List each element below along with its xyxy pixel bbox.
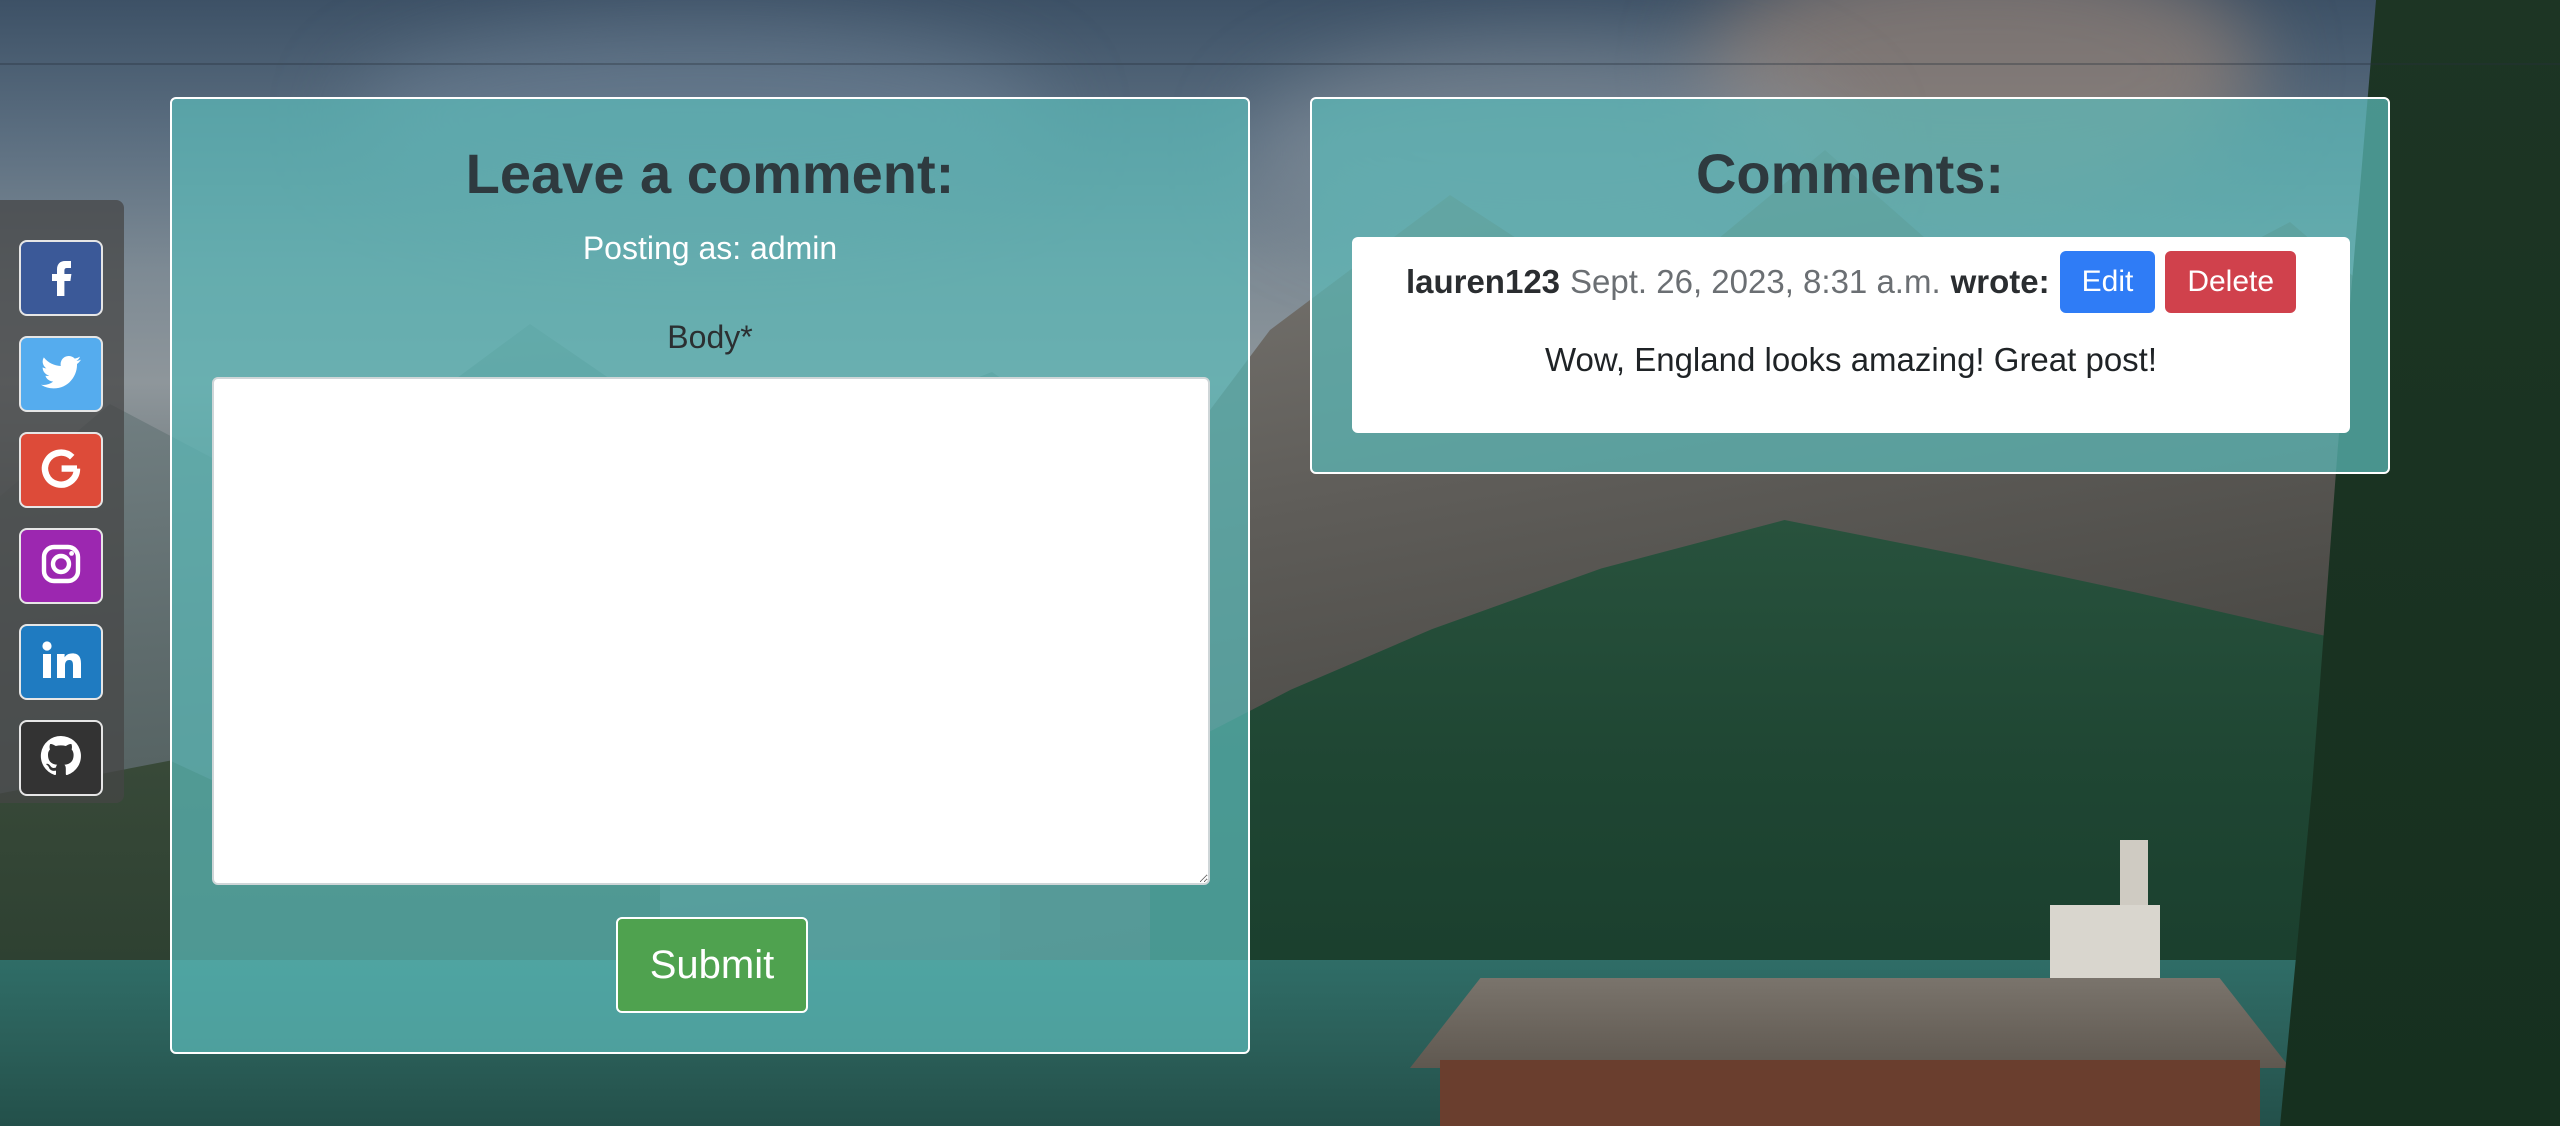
facebook-icon — [37, 252, 85, 305]
linkedin-link[interactable] — [19, 624, 103, 700]
posting-as-label: Posting as: — [582, 230, 742, 266]
google-link[interactable] — [19, 432, 103, 508]
google-icon — [37, 444, 85, 497]
twitter-link[interactable] — [19, 336, 103, 412]
leave-comment-title: Leave a comment: — [465, 142, 955, 205]
facebook-link[interactable] — [19, 240, 103, 316]
comment-author: lauren123 — [1405, 263, 1561, 300]
comment-card: lauren123 Sept. 26, 2023, 8:31 a.m. wrot… — [1352, 237, 2350, 433]
github-link[interactable] — [19, 720, 103, 796]
linkedin-icon — [37, 636, 85, 689]
comment-meta: lauren123 Sept. 26, 2023, 8:31 a.m. wrot… — [1352, 249, 2350, 315]
posting-as-user: admin — [750, 230, 838, 266]
comment-body: Wow, England looks amazing! Great post! — [1544, 341, 2158, 378]
chapel — [2050, 905, 2160, 985]
divider-line — [0, 63, 2560, 65]
comment-body-textarea[interactable] — [212, 377, 1210, 885]
cabin-roof — [1410, 978, 2290, 1068]
delete-comment-button[interactable]: Delete — [2165, 251, 2297, 313]
cabin-wall — [1440, 1060, 2260, 1126]
comments-title: Comments: — [1695, 142, 2005, 205]
submit-button[interactable]: Submit — [616, 917, 808, 1013]
comments-panel: Comments: lauren123 Sept. 26, 2023, 8:31… — [1310, 97, 2390, 474]
edit-comment-button[interactable]: Edit — [2059, 251, 2156, 313]
instagram-link[interactable] — [19, 528, 103, 604]
social-sidebar — [0, 200, 124, 803]
instagram-icon — [37, 540, 85, 593]
leave-comment-panel: Leave a comment: Posting as: admin Body*… — [170, 97, 1250, 1054]
twitter-icon — [37, 348, 85, 401]
github-icon — [37, 732, 85, 785]
posting-as: Posting as: admin — [172, 230, 1248, 267]
body-label: Body* — [667, 319, 753, 355]
comment-date: Sept. 26, 2023, 8:31 a.m. — [1570, 263, 1941, 300]
comment-wrote-label: wrote: — [1950, 263, 2050, 300]
